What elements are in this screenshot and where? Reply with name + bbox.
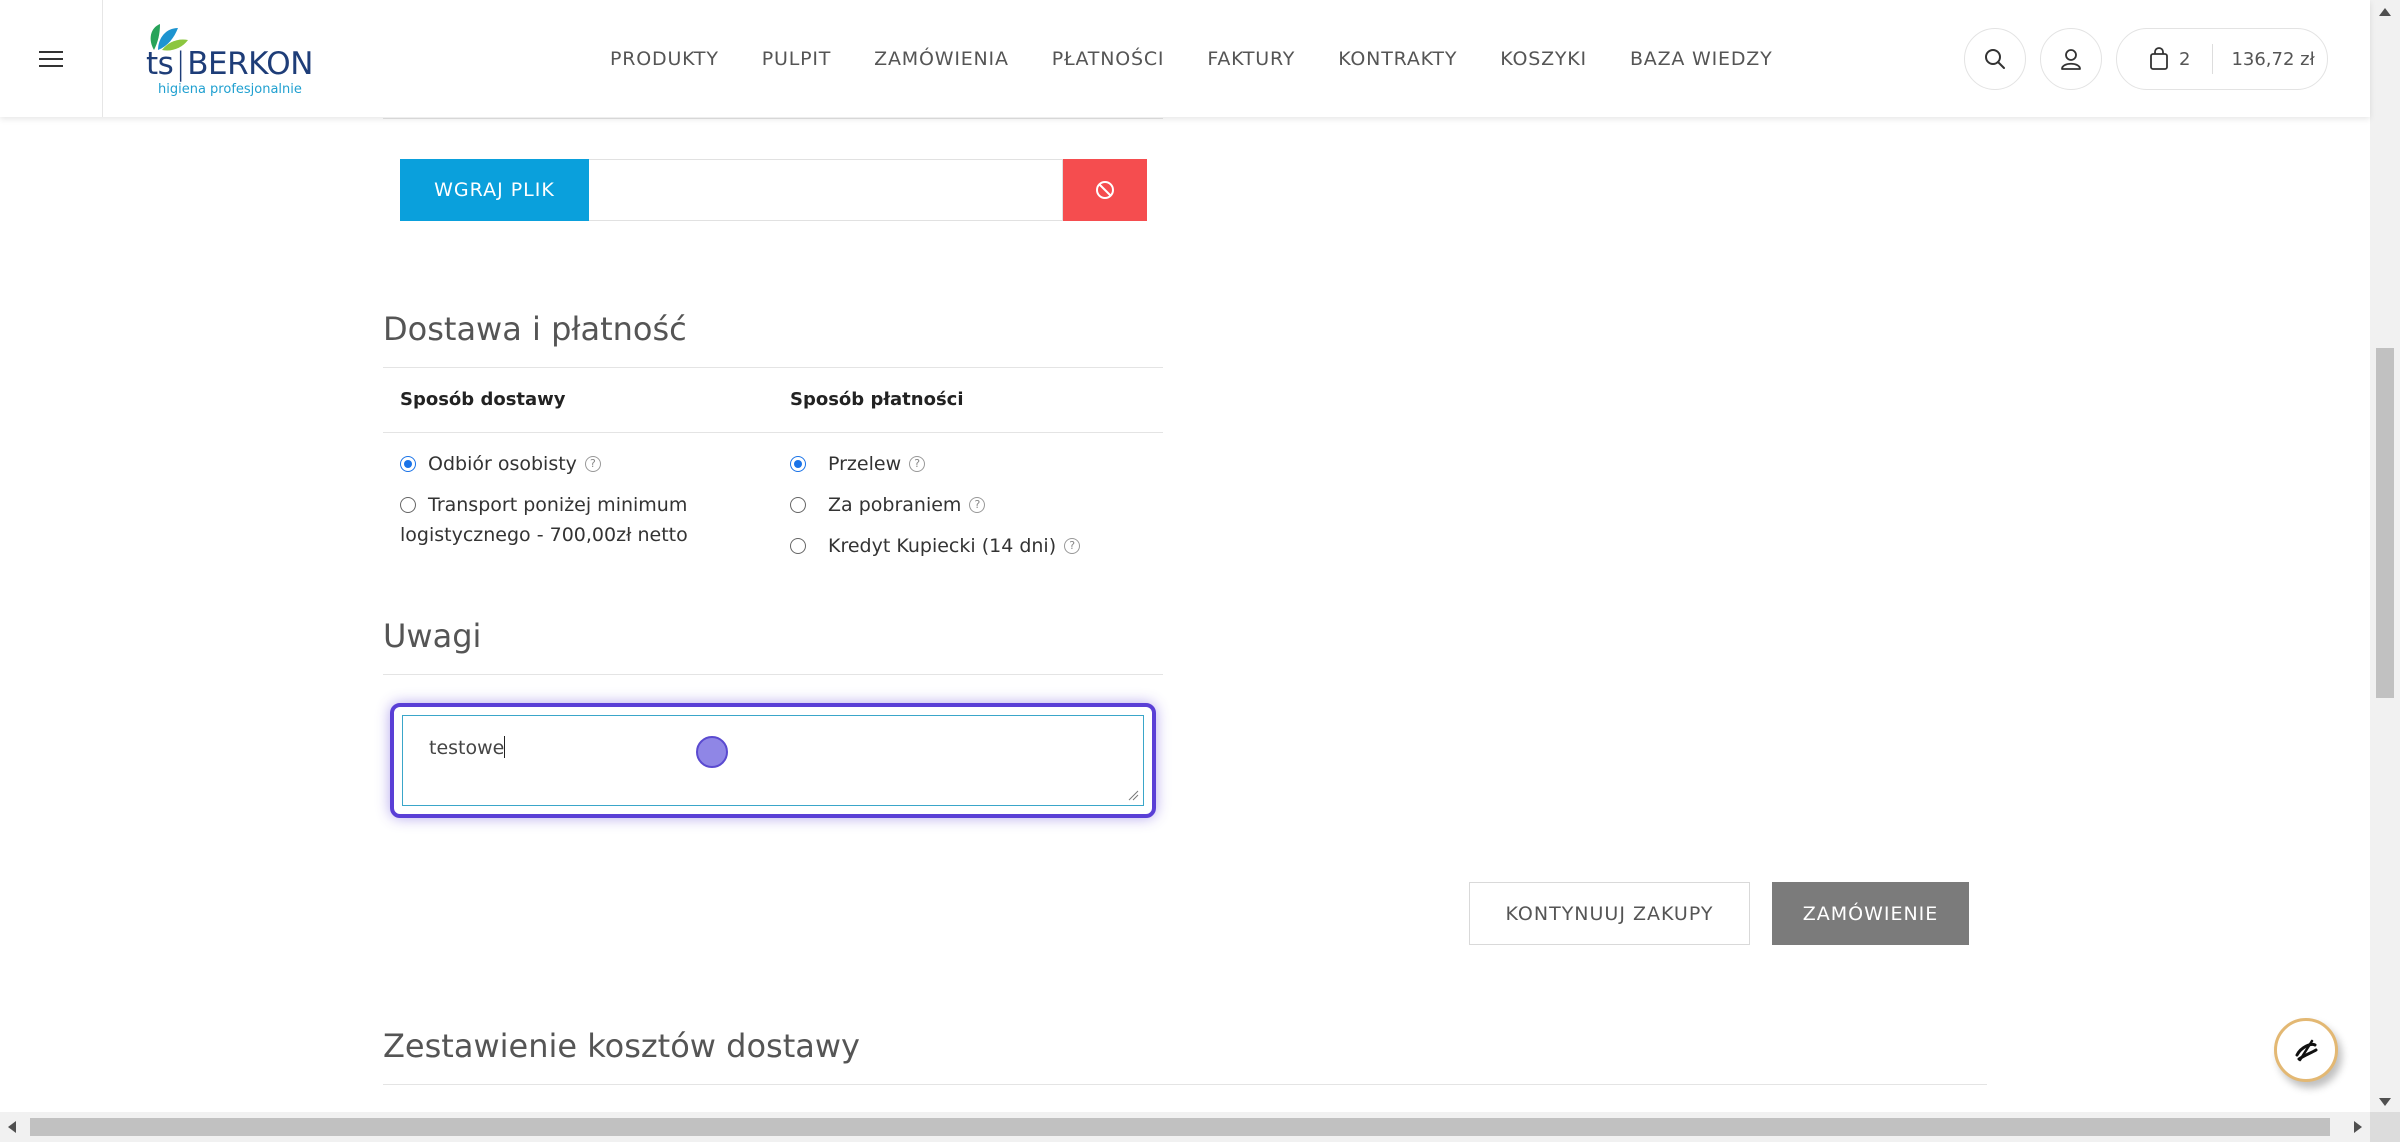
menu-button[interactable] <box>0 0 103 117</box>
shopping-bag-icon <box>2150 47 2168 70</box>
logo-brand-right: BERKON <box>187 46 313 82</box>
payment-option-label: Przelew <box>828 453 902 475</box>
delivery-option-transport-line2: logistycznego - 700,00zł netto <box>400 520 688 550</box>
cart-total: 136,72 zł <box>2231 48 2315 70</box>
nav-item-zamowienia[interactable]: ZAMÓWIENIA <box>874 48 1009 70</box>
delivery-heading: Sposób dostawy <box>400 389 566 410</box>
notes-title: Uwagi <box>383 617 482 655</box>
search-icon <box>1985 49 2005 69</box>
payment-option-przelew[interactable]: Przelew? <box>790 449 926 479</box>
chat-widget-button[interactable] <box>2274 1018 2338 1082</box>
section-divider <box>383 367 1163 368</box>
nav-item-produkty[interactable]: PRODUKTY <box>610 48 719 70</box>
block-icon <box>1096 181 1114 199</box>
hamburger-icon <box>39 50 63 67</box>
text-caret <box>504 736 506 758</box>
upload-file-field[interactable] <box>589 159 1063 221</box>
vertical-scroll-thumb[interactable] <box>2376 348 2394 698</box>
radio-transport[interactable] <box>400 497 416 513</box>
delivery-option-label: Odbiór osobisty <box>428 453 577 475</box>
pointer-cursor-indicator <box>696 736 728 768</box>
clear-file-button[interactable] <box>1063 159 1147 221</box>
nav-item-kontrakty[interactable]: KONTRAKTY <box>1338 48 1457 70</box>
radio-pobranie[interactable] <box>790 497 806 513</box>
cart-button[interactable]: 2 136,72 zł <box>2116 28 2328 90</box>
help-icon[interactable]: ? <box>909 455 926 472</box>
user-icon <box>2061 49 2081 70</box>
nav-item-koszyki[interactable]: KOSZYKI <box>1500 48 1587 70</box>
delivery-payment-title: Dostawa i płatność <box>383 310 687 348</box>
delivery-option-pickup[interactable]: Odbiór osobisty? <box>400 449 601 479</box>
scroll-left-arrow-icon[interactable] <box>8 1121 16 1133</box>
delivery-option-label: Transport poniżej minimum <box>428 494 688 516</box>
horizontal-scroll-thumb[interactable] <box>30 1118 2330 1136</box>
nav-item-faktury[interactable]: FAKTURY <box>1207 48 1295 70</box>
scrollbar-corner <box>2370 1112 2400 1142</box>
nav-item-platnosci[interactable]: PŁATNOŚCI <box>1052 48 1165 70</box>
radio-pickup[interactable] <box>400 456 416 472</box>
account-button[interactable] <box>2040 28 2102 90</box>
file-upload: WGRAJ PLIK <box>400 159 1147 221</box>
cart-count: 2 <box>2179 48 2191 70</box>
logo-brand: ts|BERKON <box>146 46 313 82</box>
shipping-summary-title: Zestawienie kosztów dostawy <box>383 1027 860 1065</box>
vertical-scrollbar[interactable] <box>2370 0 2400 1112</box>
top-header: ts|BERKON higiena profesjonalnie PRODUKT… <box>0 0 2370 117</box>
notes-divider <box>383 674 1163 675</box>
payment-option-label: Kredyt Kupiecki (14 dni) <box>828 535 1057 557</box>
main-nav: PRODUKTY PULPIT ZAMÓWIENIA PŁATNOŚCI FAK… <box>610 0 1816 117</box>
radio-kredyt[interactable] <box>790 538 806 554</box>
upload-file-button[interactable]: WGRAJ PLIK <box>400 159 589 221</box>
pen-scribble-icon <box>2295 1039 2318 1062</box>
payment-option-label: Za pobraniem <box>828 494 962 516</box>
scroll-down-arrow-icon[interactable] <box>2379 1098 2391 1106</box>
cart-divider <box>2212 44 2214 74</box>
radio-przelew[interactable] <box>790 456 806 472</box>
help-icon[interactable]: ? <box>1064 537 1081 554</box>
nav-item-baza-wiedzy[interactable]: BAZA WIEDZY <box>1630 48 1773 70</box>
logo-tagline: higiena profesjonalnie <box>158 82 302 97</box>
help-icon[interactable]: ? <box>969 496 986 513</box>
notes-focus-ring: testowe <box>390 703 1156 818</box>
logo[interactable]: ts|BERKON higiena profesjonalnie <box>140 20 320 98</box>
payment-option-pobranie[interactable]: Za pobraniem? <box>790 490 986 520</box>
scroll-up-arrow-icon[interactable] <box>2379 8 2391 16</box>
search-button[interactable] <box>1964 28 2026 90</box>
table-header-divider <box>383 432 1163 433</box>
delivery-option-label-line2: logistycznego - 700,00zł netto <box>400 524 688 546</box>
place-order-button[interactable]: ZAMÓWIENIE <box>1772 882 1969 945</box>
shipping-summary-divider <box>383 1084 1987 1085</box>
payment-option-kredyt[interactable]: Kredyt Kupiecki (14 dni)? <box>790 531 1081 561</box>
nav-item-pulpit[interactable]: PULPIT <box>762 48 831 70</box>
continue-shopping-button[interactable]: KONTYNUUJ ZAKUPY <box>1469 882 1750 945</box>
resize-grip-icon[interactable] <box>1127 789 1139 801</box>
scroll-right-arrow-icon[interactable] <box>2354 1121 2362 1133</box>
delivery-option-transport[interactable]: Transport poniżej minimum <box>400 490 687 520</box>
notes-textarea[interactable]: testowe <box>402 715 1144 806</box>
top-divider <box>383 118 1163 119</box>
horizontal-scrollbar[interactable] <box>0 1112 2370 1142</box>
payment-heading: Sposób płatności <box>790 389 964 410</box>
logo-brand-left: ts <box>146 46 174 82</box>
notes-text: testowe <box>429 737 505 759</box>
help-icon[interactable]: ? <box>584 455 601 472</box>
